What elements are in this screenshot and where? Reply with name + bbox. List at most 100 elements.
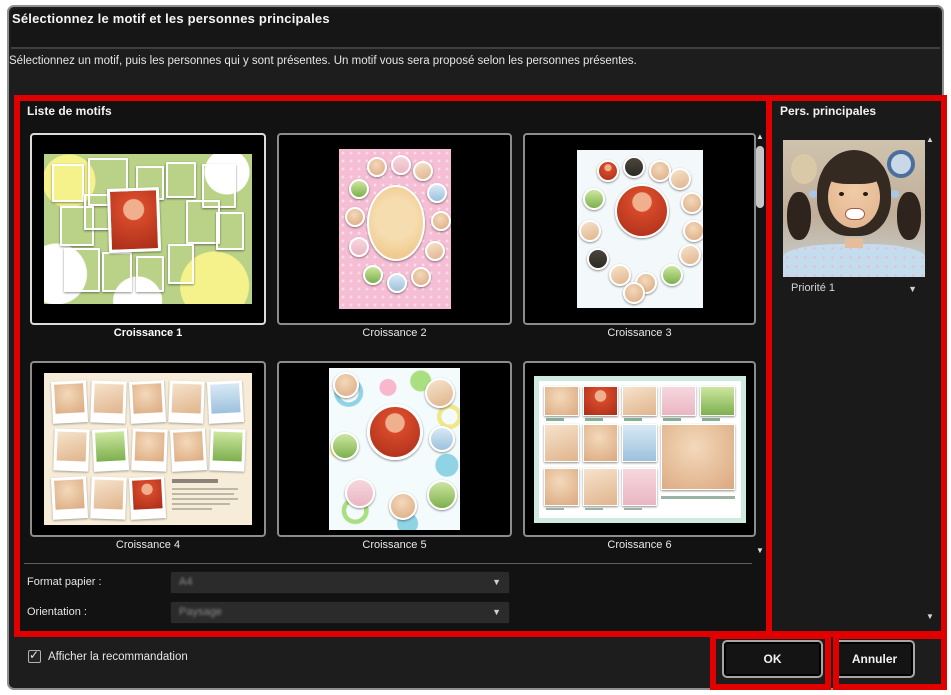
theme-item[interactable] (30, 361, 266, 537)
photo-decor (544, 468, 579, 506)
dialog-subtitle: Sélectionnez un motif, puis les personne… (9, 55, 919, 67)
scrollbar-thumb[interactable] (756, 146, 764, 208)
photo-decor (54, 479, 84, 509)
photo-decor (95, 431, 125, 461)
ok-button[interactable]: OK (722, 640, 823, 678)
photo-decor (579, 220, 601, 242)
people-scroll-up-icon[interactable]: ▲ (924, 136, 936, 144)
decor (172, 508, 212, 510)
screenshot-stage: Sélectionnez le motif et les personnes p… (0, 0, 951, 695)
photo-decor (661, 424, 735, 490)
photo-decor (679, 244, 701, 266)
photo-decor (166, 162, 196, 198)
photo-decor (135, 432, 165, 462)
theme-item-label: Croissance 2 (277, 327, 512, 339)
paper-format-value: A4 (179, 576, 192, 588)
photo-decor (216, 212, 244, 250)
photo-decor (391, 155, 411, 175)
decor (172, 498, 238, 500)
photo-decor (345, 478, 375, 508)
photo-decor (615, 184, 669, 238)
photo-decor (132, 479, 162, 509)
photo-decor (51, 476, 88, 520)
theme-thumbnail (339, 149, 451, 309)
photo-decor (349, 237, 369, 257)
photo-decor (345, 207, 365, 227)
priority-dropdown[interactable]: Priorité 1 ▼ (783, 277, 925, 302)
photo-decor (331, 432, 359, 460)
theme-item-label: Croissance 6 (523, 539, 756, 551)
theme-thumbnail (44, 373, 252, 525)
photo-decor (683, 220, 703, 242)
photo-decor (367, 404, 423, 460)
paper-format-label: Format papier : (27, 576, 102, 588)
theme-item[interactable] (277, 133, 512, 325)
photo-decor (389, 492, 417, 520)
decor (172, 479, 218, 483)
photo-decor (431, 211, 451, 231)
theme-item[interactable] (523, 133, 756, 325)
decor (863, 192, 868, 196)
chevron-down-icon: ▼ (492, 578, 501, 587)
photo-decor (387, 273, 407, 293)
person-photo (783, 140, 925, 277)
photo-decor (131, 428, 167, 471)
people-scroll-down-icon[interactable]: ▼ (924, 613, 936, 621)
hair-decor (897, 192, 921, 240)
theme-item[interactable] (523, 361, 756, 537)
photo-decor (583, 468, 618, 506)
theme-item[interactable] (277, 361, 512, 537)
photo-decor (622, 468, 657, 506)
photo-decor (173, 431, 203, 461)
photo-decor (427, 480, 457, 510)
photo-decor (94, 480, 124, 510)
decor (172, 503, 230, 505)
photo-decor (583, 424, 618, 462)
decor (585, 508, 603, 510)
photo-decor (425, 241, 445, 261)
orientation-label: Orientation : (27, 606, 87, 618)
decor (887, 150, 915, 178)
photo-decor (349, 179, 369, 199)
photo-decor (129, 380, 166, 424)
photo-decor (425, 378, 455, 408)
theme-list-scrollbar[interactable]: ▲ ▼ (754, 133, 766, 557)
photo-decor (92, 428, 129, 472)
photo-decor (102, 252, 132, 292)
main-person-item[interactable]: Priorité 1 ▼ (783, 140, 925, 302)
chevron-down-icon: ▼ (908, 285, 917, 294)
photo-decor (623, 282, 645, 304)
decor (624, 418, 642, 421)
photo-decor (129, 476, 166, 520)
paper-format-dropdown[interactable]: A4 ▼ (170, 571, 510, 594)
theme-item-label: Croissance 1 (30, 327, 266, 339)
decor (663, 418, 681, 421)
priority-value: Priorité 1 (791, 282, 835, 294)
cancel-button[interactable]: Annuler (834, 640, 915, 678)
photo-decor (411, 267, 431, 287)
scroll-down-icon[interactable]: ▼ (754, 547, 766, 555)
photo-decor (700, 386, 735, 416)
decor (839, 192, 844, 196)
photo-decor (544, 386, 579, 416)
photo-decor (583, 188, 605, 210)
orientation-dropdown[interactable]: Paysage ▼ (170, 601, 510, 624)
scroll-up-icon[interactable]: ▲ (754, 133, 766, 141)
photo-decor (207, 380, 244, 424)
orientation-value: Paysage (179, 606, 222, 618)
photo-decor (94, 384, 124, 414)
photo-decor (53, 428, 89, 471)
people-heading: Pers. principales (780, 104, 876, 118)
theme-item-label: Croissance 3 (523, 327, 756, 339)
theme-item[interactable] (30, 133, 266, 325)
photo-decor (622, 386, 657, 416)
show-recommendation-checkbox[interactable]: ✓ (28, 650, 41, 663)
photo-decor (57, 432, 87, 462)
decor (891, 190, 899, 198)
photo-decor (136, 256, 164, 292)
photo-decor (168, 244, 194, 284)
decor (624, 508, 642, 510)
theme-item-label: Croissance 5 (277, 539, 512, 551)
text-block-decor (172, 479, 244, 517)
decor (172, 488, 238, 490)
